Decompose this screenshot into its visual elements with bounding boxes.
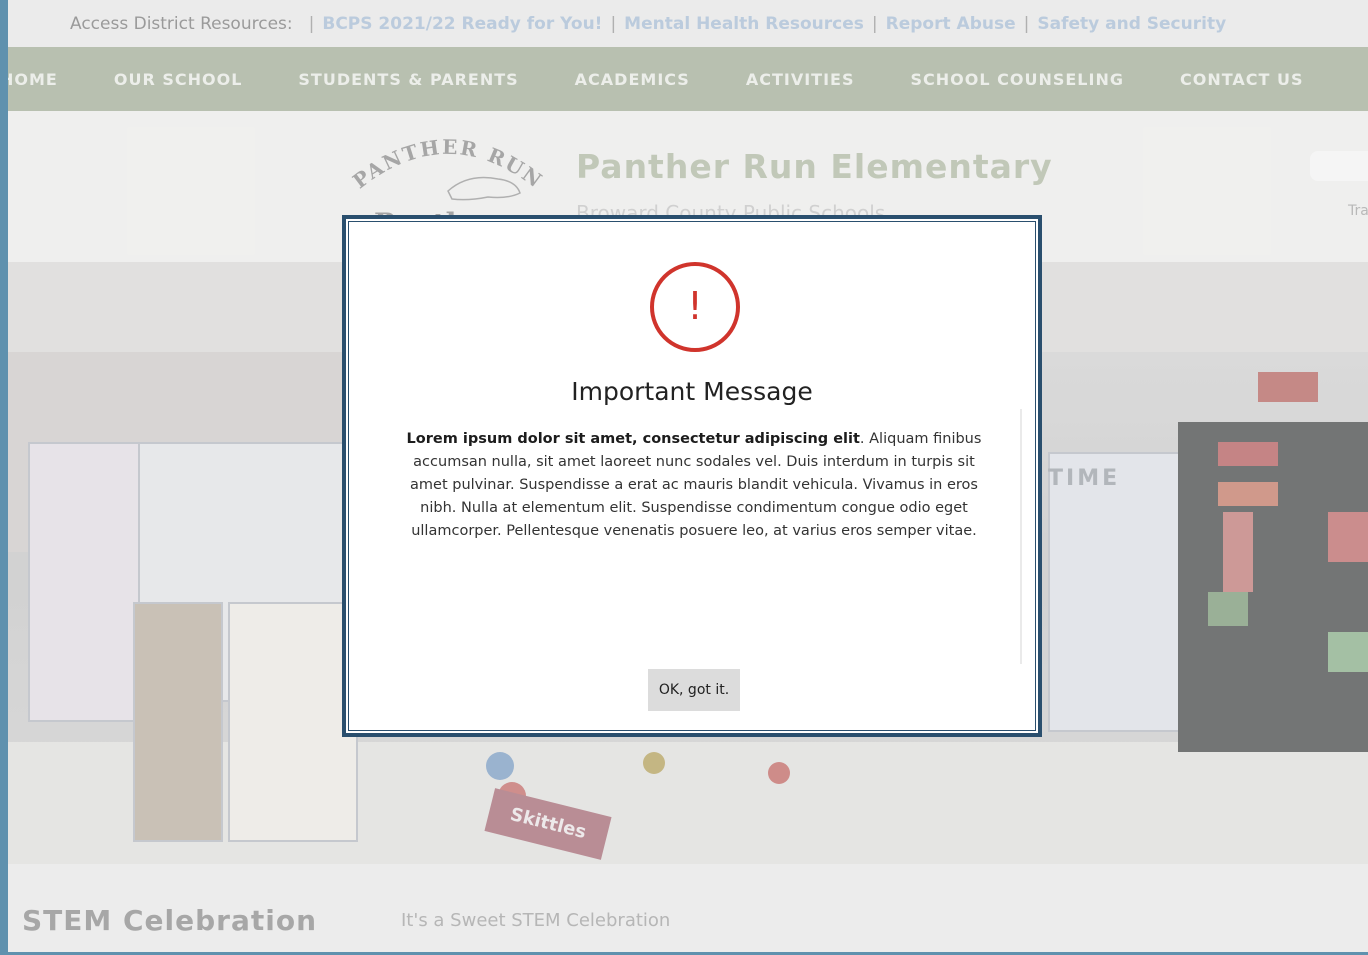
dialog-body-bold: Lorem ipsum dolor sit amet, consectetur … <box>406 431 860 447</box>
ok-button[interactable]: OK, got it. <box>648 669 740 711</box>
dialog-body: Lorem ipsum dolor sit amet, consectetur … <box>402 428 986 543</box>
dialog-body-text: . Aliquam finibus accumsan nulla, sit am… <box>410 431 982 539</box>
dialog-scrollbar[interactable] <box>1020 409 1022 664</box>
dialog-title: Important Message <box>571 377 813 406</box>
important-message-dialog: ! Important Message Lorem ipsum dolor si… <box>342 215 1042 737</box>
exclamation-alert-icon: ! <box>650 262 740 352</box>
